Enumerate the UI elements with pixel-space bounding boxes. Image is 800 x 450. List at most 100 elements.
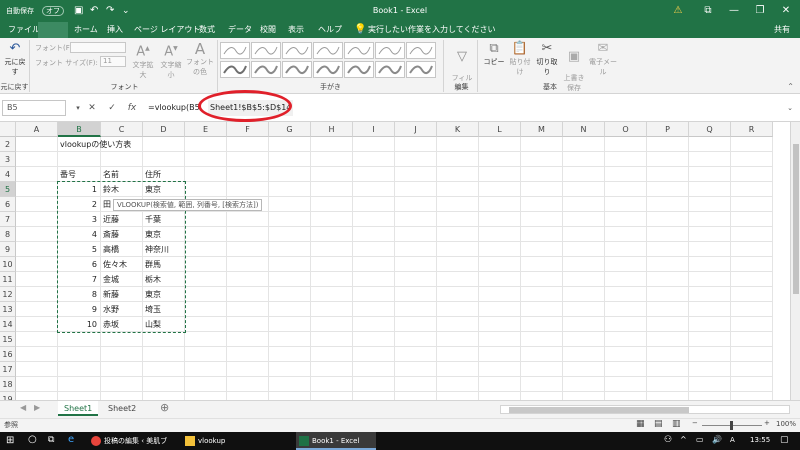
pen-style-5[interactable] [344, 42, 374, 59]
column-header-l[interactable]: L [479, 122, 521, 137]
copy-button[interactable]: ⧉ コピー [482, 42, 506, 67]
row-header-6[interactable]: 6 [0, 197, 16, 212]
row-header-5[interactable]: 5 [0, 182, 16, 197]
row-header-9[interactable]: 9 [0, 242, 16, 257]
tab-page-layout[interactable]: ページ レイアウト [130, 22, 204, 38]
column-header-d[interactable]: D [143, 122, 185, 137]
row-header-4[interactable]: 4 [0, 167, 16, 182]
task-view-icon[interactable]: ⧉ [48, 435, 54, 445]
grow-font-button[interactable]: A▲ 文字拡大 [130, 42, 156, 80]
pen-style-7[interactable] [406, 42, 436, 59]
row-header-17[interactable]: 17 [0, 362, 16, 377]
column-header-b[interactable]: B [58, 122, 101, 137]
row-header-7[interactable]: 7 [0, 212, 16, 227]
windows-start-icon[interactable]: ⊞ [6, 435, 14, 446]
tab-home[interactable]: ホーム [70, 22, 102, 38]
sheet-tab-sheet2[interactable]: Sheet2 [102, 401, 142, 416]
volume-icon[interactable]: 🔊 [712, 435, 722, 444]
collapse-ribbon-icon[interactable]: ⌃ [787, 82, 794, 91]
zoom-out-icon[interactable]: − [692, 419, 698, 427]
row-header-8[interactable]: 8 [0, 227, 16, 242]
column-header-h[interactable]: H [311, 122, 353, 137]
tab-data[interactable]: データ [224, 22, 256, 38]
network-icon[interactable]: ▭ [696, 435, 704, 444]
header-cell-name[interactable]: 名前 [103, 167, 141, 182]
row-header-19[interactable]: 19 [0, 392, 16, 400]
row-header-13[interactable]: 13 [0, 302, 16, 317]
pen-style-3[interactable] [282, 42, 312, 59]
taskbar-item-chrome[interactable]: 投稿の編集 ‹ 美肌ブレ... [88, 432, 180, 450]
column-header-j[interactable]: J [395, 122, 437, 137]
column-header-r[interactable]: R [731, 122, 773, 137]
row-header-16[interactable]: 16 [0, 347, 16, 362]
pen-style-9[interactable] [251, 61, 281, 78]
search-icon[interactable]: ○ [28, 434, 37, 445]
enter-entry-button[interactable]: ✓ [104, 100, 120, 116]
insert-function-button[interactable]: fx [124, 100, 140, 116]
edge-browser-icon[interactable]: e [68, 434, 74, 445]
column-header-e[interactable]: E [185, 122, 227, 137]
row-header-15[interactable]: 15 [0, 332, 16, 347]
people-icon[interactable]: ⚇ [664, 435, 672, 445]
zoom-in-icon[interactable]: + [764, 419, 770, 427]
pen-style-11[interactable] [313, 61, 343, 78]
column-header-o[interactable]: O [605, 122, 647, 137]
horizontal-scroll-thumb[interactable] [509, 407, 689, 413]
tab-insert[interactable]: 挿入 [103, 22, 127, 38]
column-header-f[interactable]: F [227, 122, 269, 137]
select-all-corner[interactable] [0, 122, 16, 137]
tray-chevron-icon[interactable]: ^ [680, 435, 687, 444]
row-header-3[interactable]: 3 [0, 152, 16, 167]
column-header-q[interactable]: Q [689, 122, 731, 137]
expand-formula-bar-icon[interactable]: ⌄ [782, 100, 798, 116]
taskbar-item-excel[interactable]: Book1 - Excel [296, 432, 376, 450]
normal-view-icon[interactable]: ▦ [636, 419, 645, 429]
tab-view[interactable]: 表示 [284, 22, 308, 38]
row-header-18[interactable]: 18 [0, 377, 16, 392]
row-header-14[interactable]: 14 [0, 317, 16, 332]
ime-indicator[interactable]: A [730, 436, 735, 444]
horizontal-scrollbar[interactable] [500, 405, 790, 414]
row-header-11[interactable]: 11 [0, 272, 16, 287]
row-header-12[interactable]: 12 [0, 287, 16, 302]
cut-button[interactable]: ✂ 切り取り [534, 42, 560, 77]
column-header-g[interactable]: G [269, 122, 311, 137]
pen-style-4[interactable] [313, 42, 343, 59]
column-header-c[interactable]: C [101, 122, 143, 137]
tab-help[interactable]: ヘルプ [314, 22, 346, 38]
notification-icon[interactable]: ▢ [780, 435, 789, 445]
pen-style-6[interactable] [375, 42, 405, 59]
pen-style-13[interactable] [375, 61, 405, 78]
header-cell-number[interactable]: 番号 [60, 167, 99, 182]
shrink-font-button[interactable]: A▼ 文字縮小 [158, 42, 184, 80]
worksheet-grid[interactable]: A B C D E F G H I J K L M N O P Q R 2 3 4 5 6 7 8 9 10 11 12 13 14 15 16… [0, 122, 790, 400]
column-header-p[interactable]: P [647, 122, 689, 137]
tab-review[interactable]: 校閲 [256, 22, 280, 38]
email-button[interactable]: ✉ 電子メール [586, 42, 620, 77]
page-break-view-icon[interactable]: ▥ [672, 419, 681, 429]
pen-style-10[interactable] [282, 61, 312, 78]
cancel-entry-button[interactable]: ✕ [84, 100, 100, 116]
column-header-m[interactable]: M [521, 122, 563, 137]
page-layout-view-icon[interactable]: ▤ [654, 419, 663, 429]
minimize-button[interactable]: — [720, 0, 748, 22]
font-name-combo[interactable] [70, 42, 126, 53]
font-size-combo[interactable]: 11 [100, 56, 126, 67]
row-header-2[interactable]: 2 [0, 137, 16, 152]
row-header-10[interactable]: 10 [0, 257, 16, 272]
taskbar-item-explorer[interactable]: vlookup [182, 432, 292, 450]
prev-sheet-icon[interactable]: ◀ [20, 403, 26, 412]
header-cell-address[interactable]: 住所 [145, 167, 183, 182]
font-color-button[interactable]: A フォントの色 [186, 42, 214, 77]
function-signature-tooltip[interactable]: VLOOKUP(検索値, 範囲, 列番号, [検索方法]) [113, 199, 263, 211]
tab-blank[interactable] [38, 22, 68, 38]
pen-style-8[interactable] [220, 61, 250, 78]
clock-time[interactable]: 13:55 [750, 436, 770, 444]
close-button[interactable]: ✕ [772, 0, 800, 22]
vertical-scrollbar[interactable] [790, 122, 800, 400]
tell-me-search[interactable]: 実行したい作業を入力してください [364, 22, 500, 38]
sheet-tab-sheet1[interactable]: Sheet1 [58, 401, 99, 416]
column-header-n[interactable]: N [563, 122, 605, 137]
share-button[interactable]: 共有 [770, 22, 794, 38]
column-header-k[interactable]: K [437, 122, 479, 137]
